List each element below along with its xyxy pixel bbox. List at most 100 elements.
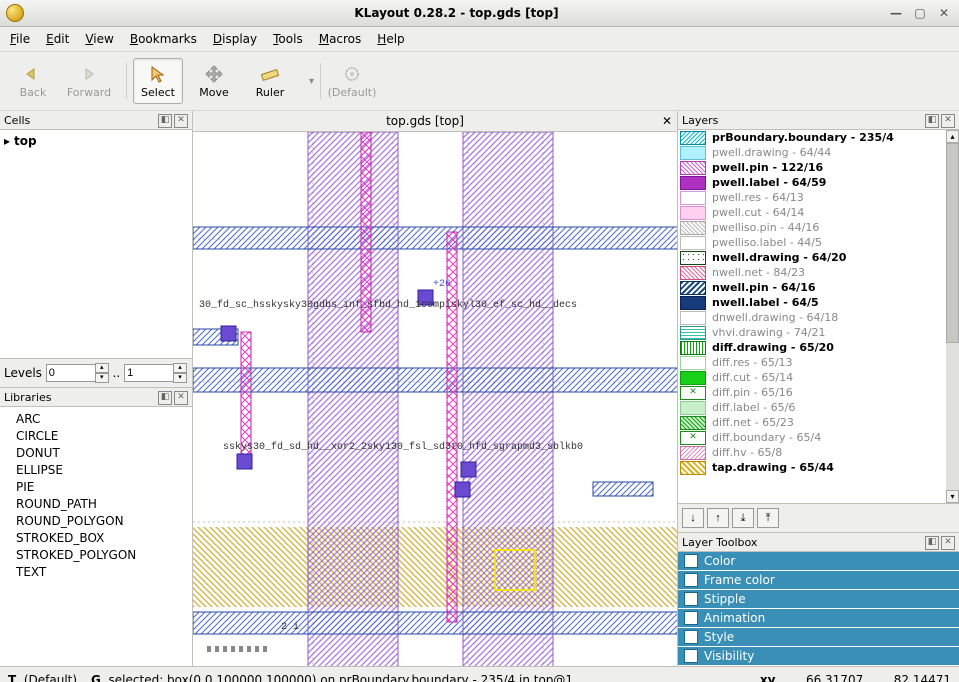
- layer-row[interactable]: diff.net - 65/23: [678, 415, 946, 430]
- layers-list[interactable]: prBoundary.boundary - 235/4pwell.drawing…: [678, 130, 946, 503]
- layer-row[interactable]: diff.hv - 65/8: [678, 445, 946, 460]
- layer-row[interactable]: diff.label - 65/6: [678, 400, 946, 415]
- layer-downdown-button[interactable]: ⤓: [732, 508, 754, 528]
- expand-icon: [684, 611, 698, 625]
- levels-to-input[interactable]: [124, 364, 174, 382]
- layer-swatch: [680, 401, 706, 415]
- layer-row[interactable]: tap.drawing - 65/44: [678, 460, 946, 475]
- select-label: Select: [141, 86, 175, 99]
- layer-row[interactable]: diff.cut - 65/14: [678, 370, 946, 385]
- layer-down-button[interactable]: ↓: [682, 508, 704, 528]
- layer-row[interactable]: nwell.net - 84/23: [678, 265, 946, 280]
- move-icon: [205, 64, 223, 84]
- layer-row[interactable]: nwell.drawing - 64/20: [678, 250, 946, 265]
- cell-top[interactable]: ▸ top: [4, 134, 188, 148]
- layer-upup-button[interactable]: ⤒: [757, 508, 779, 528]
- toolbox-section-stipple[interactable]: Stipple: [678, 590, 959, 609]
- back-button[interactable]: Back: [8, 58, 58, 104]
- toolbox-header: Layer Toolbox ◧✕: [678, 532, 959, 552]
- ruler-button[interactable]: Ruler: [245, 58, 295, 104]
- menu-tools[interactable]: Tools: [273, 32, 303, 46]
- layers-scrollbar[interactable]: ▴ ▾: [946, 130, 959, 503]
- layout-canvas[interactable]: +26 30_fd_sc_hsskysky30gdbs_inf_sfbd_hd_…: [193, 132, 677, 666]
- layer-row[interactable]: nwell.label - 64/5: [678, 295, 946, 310]
- library-item[interactable]: DONUT: [4, 445, 188, 462]
- tab-topgds[interactable]: top.gds [top]: [193, 114, 657, 128]
- menu-file[interactable]: File: [10, 32, 30, 46]
- layer-swatch: [680, 416, 706, 430]
- forward-arrow-icon: [80, 64, 98, 84]
- library-item[interactable]: TEXT: [4, 564, 188, 581]
- layer-name: dnwell.drawing - 64/18: [712, 310, 838, 325]
- toolbox-label: Frame color: [704, 573, 775, 587]
- minimize-button[interactable]: —: [887, 4, 905, 22]
- toolbox-section-frame-color[interactable]: Frame color: [678, 571, 959, 590]
- cells-float-icon[interactable]: ◧: [158, 114, 172, 128]
- status-selection: selected: box(0,0 100000,100000) on prBo…: [109, 673, 574, 682]
- layer-swatch: ✕: [680, 386, 706, 400]
- cells-tree[interactable]: ▸ top: [0, 130, 192, 358]
- menu-bookmarks[interactable]: Bookmarks: [130, 32, 197, 46]
- default-button[interactable]: (Default): [327, 58, 377, 104]
- layers-float-icon[interactable]: ◧: [925, 114, 939, 128]
- libraries-list[interactable]: ARCCIRCLEDONUTELLIPSEPIEROUND_PATHROUND_…: [0, 407, 192, 666]
- toolbox-section-animation[interactable]: Animation: [678, 609, 959, 628]
- select-button[interactable]: Select: [133, 58, 183, 104]
- layer-row[interactable]: pwell.cut - 64/14: [678, 205, 946, 220]
- spin-down-icon[interactable]: ▾: [173, 373, 187, 383]
- layer-row[interactable]: pwell.drawing - 64/44: [678, 145, 946, 160]
- close-button[interactable]: ✕: [935, 4, 953, 22]
- levels-from-input[interactable]: [46, 364, 96, 382]
- tab-close-button[interactable]: ✕: [657, 114, 677, 128]
- layer-row[interactable]: pwelliso.pin - 44/16: [678, 220, 946, 235]
- library-item[interactable]: ROUND_POLYGON: [4, 513, 188, 530]
- layer-row[interactable]: pwell.pin - 122/16: [678, 160, 946, 175]
- library-item[interactable]: STROKED_BOX: [4, 530, 188, 547]
- layer-row[interactable]: dnwell.drawing - 64/18: [678, 310, 946, 325]
- layer-row[interactable]: pwelliso.label - 44/5: [678, 235, 946, 250]
- cells-close-icon[interactable]: ✕: [174, 114, 188, 128]
- menu-edit[interactable]: Edit: [46, 32, 69, 46]
- menu-macros[interactable]: Macros: [319, 32, 362, 46]
- toolbox-section-color[interactable]: Color: [678, 552, 959, 571]
- library-item[interactable]: CIRCLE: [4, 428, 188, 445]
- expand-icon[interactable]: ▸: [4, 134, 14, 148]
- menu-view[interactable]: View: [85, 32, 113, 46]
- maximize-button[interactable]: ▢: [911, 4, 929, 22]
- library-item[interactable]: ELLIPSE: [4, 462, 188, 479]
- layer-name: diff.label - 65/6: [712, 400, 795, 415]
- library-item[interactable]: PIE: [4, 479, 188, 496]
- toolbox-close-icon[interactable]: ✕: [941, 536, 955, 550]
- library-item[interactable]: ARC: [4, 411, 188, 428]
- layer-row[interactable]: diff.drawing - 65/20: [678, 340, 946, 355]
- lib-float-icon[interactable]: ◧: [158, 391, 172, 405]
- spin-up-icon[interactable]: ▴: [173, 363, 187, 373]
- layer-row[interactable]: diff.res - 65/13: [678, 355, 946, 370]
- layer-row[interactable]: nwell.pin - 64/16: [678, 280, 946, 295]
- layer-row[interactable]: ✕diff.boundary - 65/4: [678, 430, 946, 445]
- layer-row[interactable]: pwell.res - 64/13: [678, 190, 946, 205]
- layer-name: pwell.cut - 64/14: [712, 205, 804, 220]
- layer-swatch: [680, 311, 706, 325]
- layer-row[interactable]: pwell.label - 64/59: [678, 175, 946, 190]
- layer-row[interactable]: vhvi.drawing - 74/21: [678, 325, 946, 340]
- library-item[interactable]: STROKED_POLYGON: [4, 547, 188, 564]
- layers-close-icon[interactable]: ✕: [941, 114, 955, 128]
- layer-swatch: [680, 131, 706, 145]
- layer-name: diff.net - 65/23: [712, 415, 794, 430]
- toolbox-section-style[interactable]: Style: [678, 628, 959, 647]
- layer-name: prBoundary.boundary - 235/4: [712, 130, 894, 145]
- lib-close-icon[interactable]: ✕: [174, 391, 188, 405]
- layer-row[interactable]: prBoundary.boundary - 235/4: [678, 130, 946, 145]
- layer-up-button[interactable]: ↑: [707, 508, 729, 528]
- menu-display[interactable]: Display: [213, 32, 257, 46]
- forward-button[interactable]: Forward: [64, 58, 114, 104]
- toolbox-section-visibility[interactable]: Visibility: [678, 647, 959, 666]
- menu-help[interactable]: Help: [377, 32, 404, 46]
- toolbox-float-icon[interactable]: ◧: [925, 536, 939, 550]
- library-item[interactable]: ROUND_PATH: [4, 496, 188, 513]
- move-button[interactable]: Move: [189, 58, 239, 104]
- spin-up-icon[interactable]: ▴: [95, 363, 109, 373]
- layer-row[interactable]: ✕diff.pin - 65/16: [678, 385, 946, 400]
- spin-down-icon[interactable]: ▾: [95, 373, 109, 383]
